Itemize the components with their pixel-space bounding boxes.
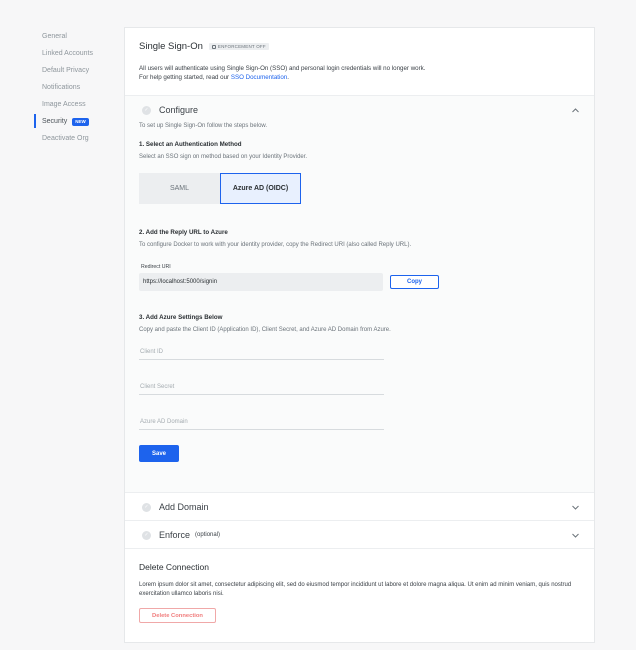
delete-connection-title: Delete Connection: [139, 562, 209, 572]
sso-documentation-link[interactable]: SSO Documentation: [231, 74, 287, 81]
delete-connection-section: Delete Connection Lorem ipsum dolor sit …: [125, 548, 594, 623]
sidebar-item-image-access[interactable]: Image Access: [34, 96, 124, 113]
copy-button[interactable]: Copy: [390, 275, 439, 289]
sso-description: All users will authenticate using Single…: [139, 64, 580, 82]
enforcement-badge-label: ENFORCEMENT OFF: [217, 44, 266, 49]
enforce-optional-label: (optional): [195, 532, 221, 538]
add-domain-section: ✓ Add Domain: [125, 493, 594, 521]
sso-description-suffix: .: [287, 74, 289, 81]
sso-card: Single Sign-On ENFORCEMENT OFF All users…: [124, 27, 595, 643]
sidebar-item-label: Deactivate Org: [42, 135, 89, 142]
step1-title: 1. Select an Authentication Method: [139, 141, 242, 148]
chevron-down-icon[interactable]: [571, 503, 579, 511]
sidebar-item-security[interactable]: Security NEW: [34, 113, 124, 130]
configure-title: Configure: [159, 105, 199, 115]
client-secret-input[interactable]: Client Secret: [139, 379, 384, 395]
check-circle-icon: ✓: [142, 105, 151, 115]
step2-desc: To configure Docker to work with your id…: [139, 242, 412, 248]
lock-icon: [211, 44, 216, 49]
settings-sidebar: General Linked Accounts Default Privacy …: [34, 28, 124, 147]
enforce-section: ✓ Enforce (optional): [125, 521, 594, 549]
chevron-up-icon[interactable]: [571, 106, 579, 114]
check-circle-icon: ✓: [142, 502, 151, 512]
redirect-uri-field[interactable]: https://localhost:5000/signin: [139, 273, 383, 291]
step3-title: 3. Add Azure Settings Below: [139, 314, 223, 321]
step2-title: 2. Add the Reply URL to Azure: [139, 229, 228, 236]
sso-header: Single Sign-On ENFORCEMENT OFF All users…: [125, 28, 594, 96]
add-domain-header[interactable]: ✓ Add Domain: [125, 493, 594, 521]
sidebar-item-label: General: [42, 33, 67, 40]
sidebar-item-linked-accounts[interactable]: Linked Accounts: [34, 45, 124, 62]
sidebar-item-default-privacy[interactable]: Default Privacy: [34, 62, 124, 79]
tab-saml[interactable]: SAML: [139, 173, 220, 204]
delete-connection-button[interactable]: Delete Connection: [139, 608, 216, 623]
sidebar-item-label: Notifications: [42, 84, 81, 91]
sidebar-item-label: Security: [42, 118, 68, 125]
azure-ad-domain-input[interactable]: Azure AD Domain: [139, 414, 384, 430]
delete-connection-text: Lorem ipsum dolor sit amet, consectetur …: [139, 582, 572, 597]
sidebar-item-label: Image Access: [42, 101, 86, 108]
sidebar-item-general[interactable]: General: [34, 28, 124, 45]
add-domain-title: Add Domain: [159, 502, 209, 512]
configure-section: ✓ Configure To set up Single Sign-On fol…: [125, 96, 594, 493]
configure-header[interactable]: ✓ Configure: [125, 96, 594, 124]
auth-method-tabs: SAML Azure AD (OIDC): [139, 173, 580, 204]
enforcement-badge: ENFORCEMENT OFF: [208, 43, 269, 50]
sidebar-item-deactivate-org[interactable]: Deactivate Org: [34, 130, 124, 147]
sso-description-prefix: For help getting started, read our: [139, 74, 231, 81]
sidebar-item-label: Linked Accounts: [42, 50, 93, 57]
sidebar-item-label: Default Privacy: [42, 67, 90, 74]
enforce-title: Enforce: [159, 530, 191, 540]
new-badge: NEW: [72, 117, 89, 126]
tab-azure-ad-oidc[interactable]: Azure AD (OIDC): [220, 173, 301, 204]
save-button[interactable]: Save: [139, 445, 179, 462]
page-title: Single Sign-On: [139, 41, 203, 52]
sidebar-item-notifications[interactable]: Notifications: [34, 79, 124, 96]
sso-description-line1: All users will authenticate using Single…: [139, 65, 426, 72]
step3-desc: Copy and paste the Client ID (Applicatio…: [139, 327, 391, 333]
chevron-down-icon[interactable]: [571, 531, 579, 539]
redirect-uri-label: Redirect URI: [141, 264, 171, 270]
step1-desc: Select an SSO sign on method based on yo…: [139, 154, 308, 160]
check-circle-icon: ✓: [142, 530, 151, 540]
client-id-input[interactable]: Client ID: [139, 344, 384, 360]
enforce-header[interactable]: ✓ Enforce (optional): [125, 521, 594, 549]
